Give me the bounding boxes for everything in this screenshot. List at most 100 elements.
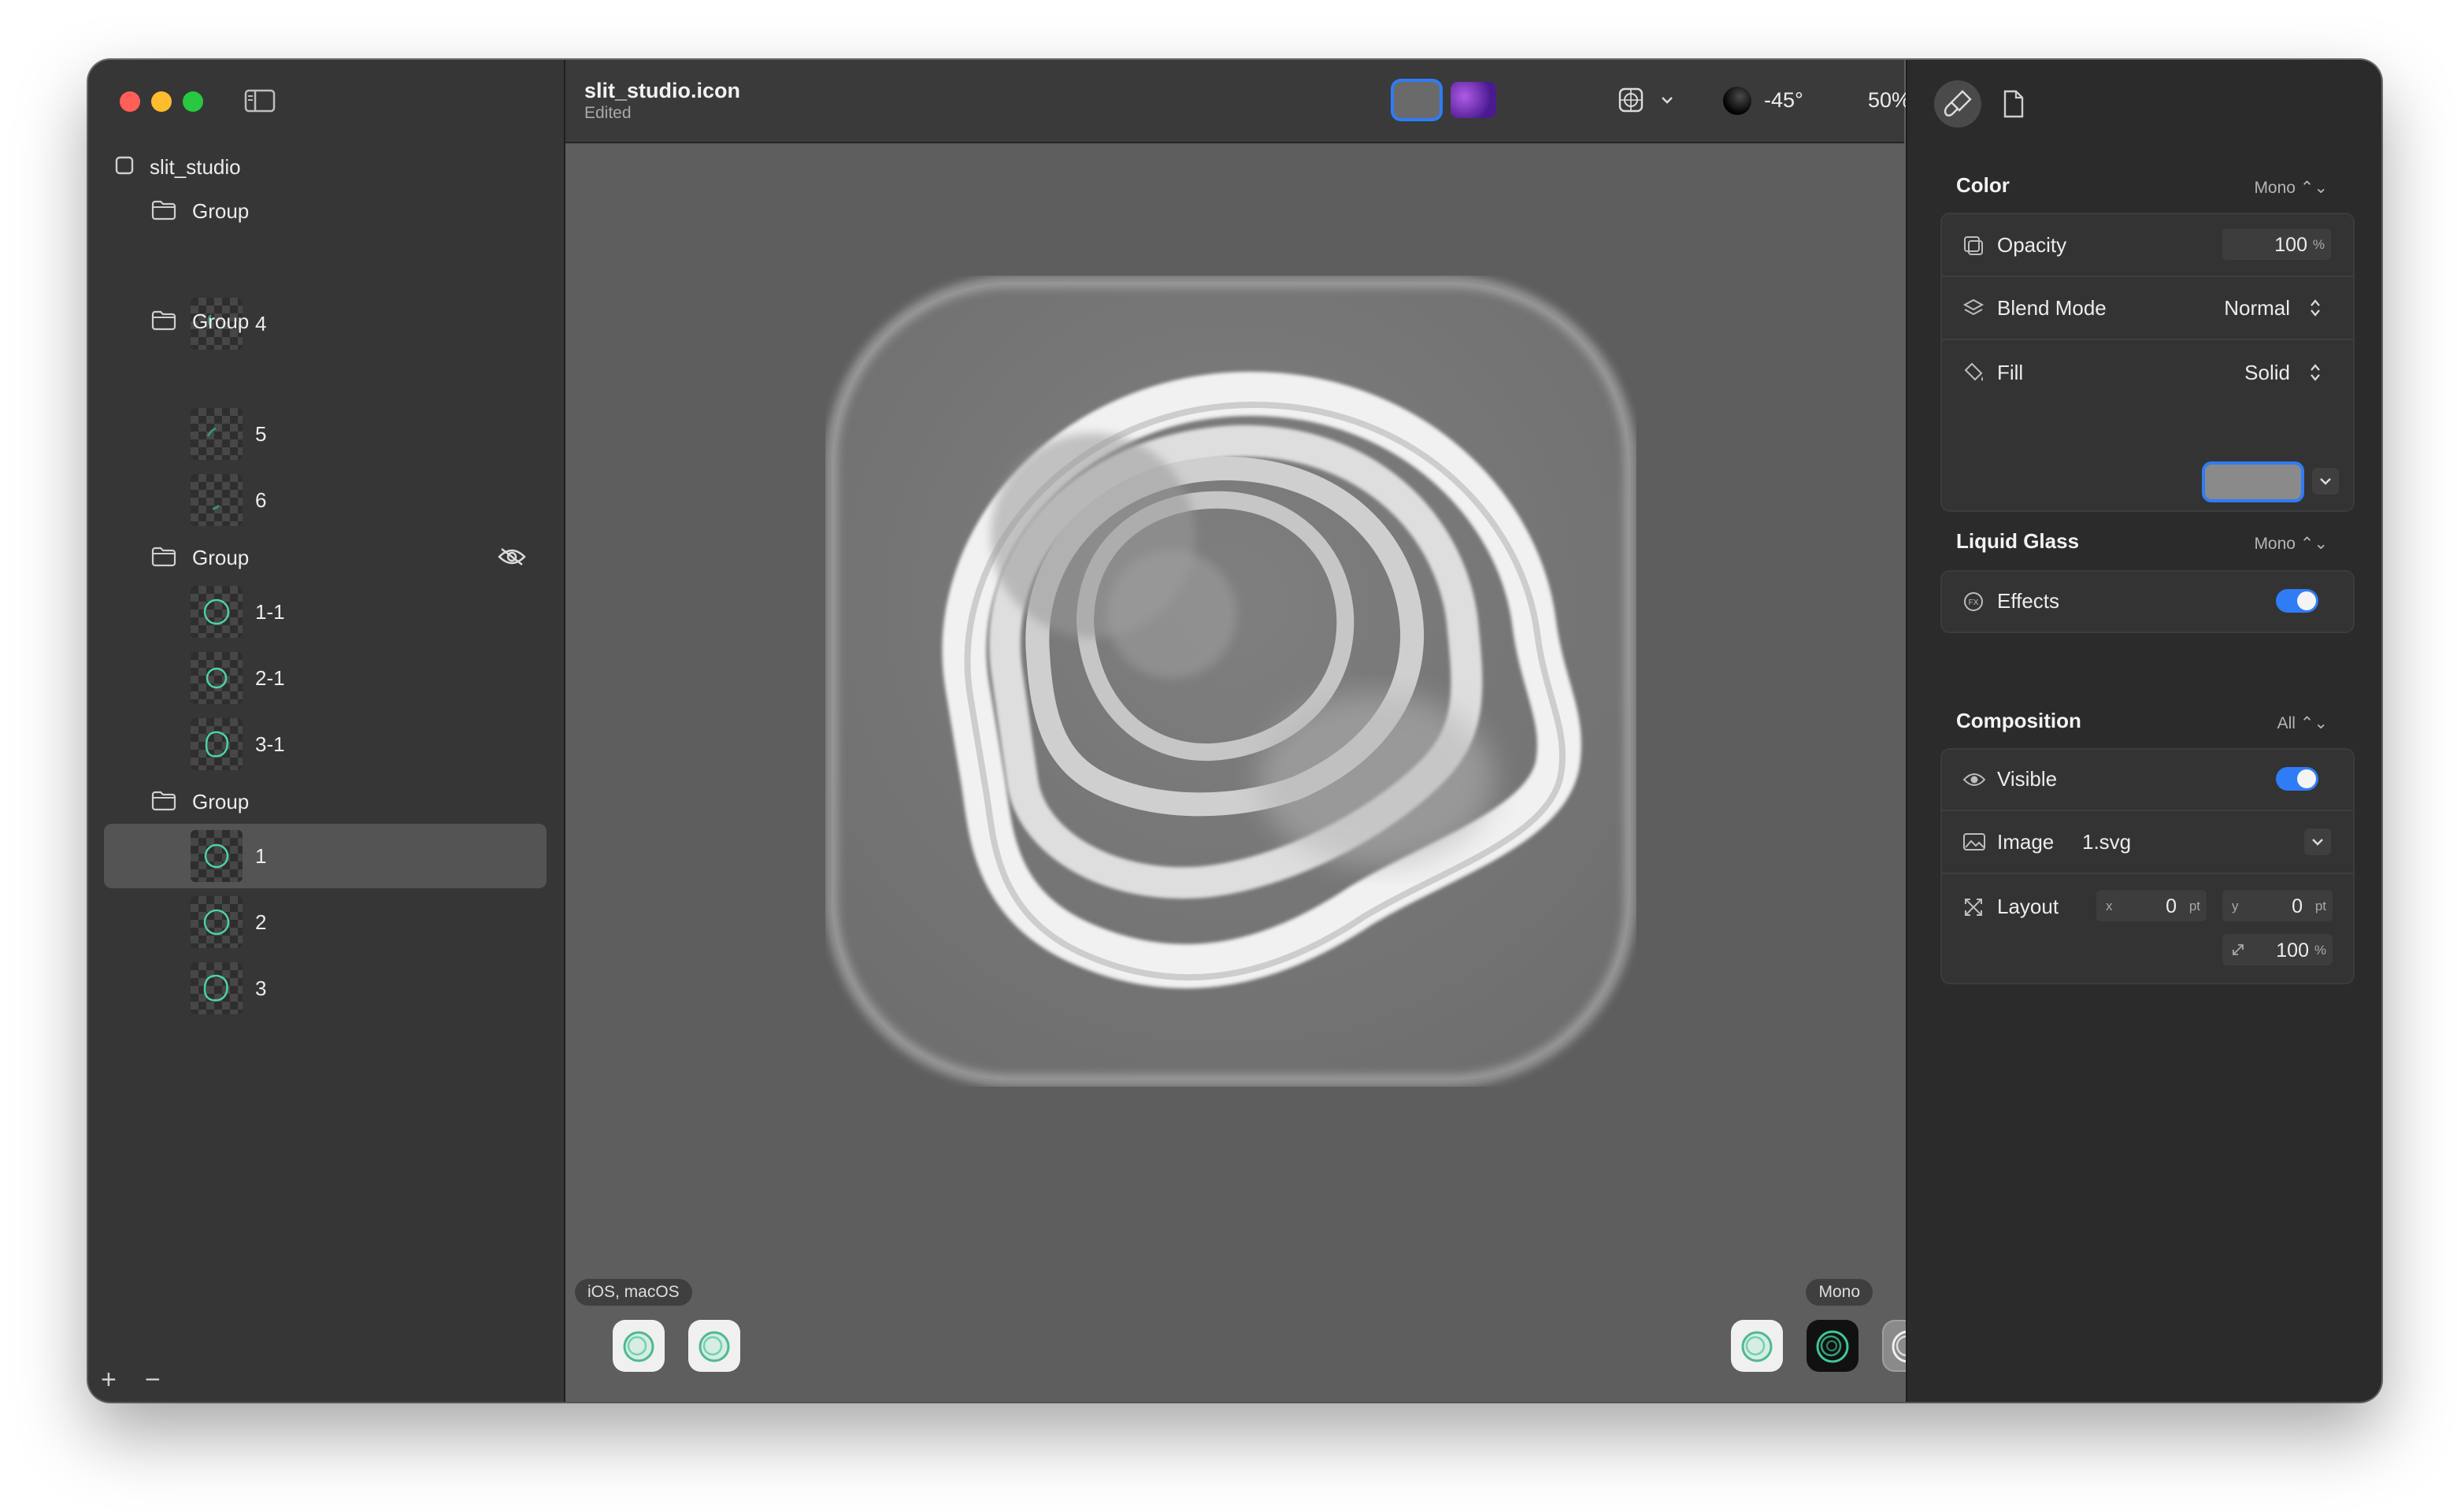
- group-label: Group: [192, 546, 250, 569]
- fill-label: Fill: [1997, 361, 2024, 384]
- preview-dark[interactable]: [1807, 1320, 1858, 1372]
- composition-mode-value: All: [2277, 714, 2296, 732]
- light-angle-icon[interactable]: [1723, 87, 1751, 115]
- inspector-tab-style[interactable]: [1934, 80, 1981, 128]
- canvas-grid-icon[interactable]: [1618, 87, 1644, 113]
- sidebar-toggle-icon[interactable]: [244, 88, 276, 113]
- liquid-glass-card: FX Effects: [1940, 570, 2355, 633]
- fill-color-well[interactable]: [2205, 465, 2301, 499]
- blend-mode-label: Blend Mode: [1997, 296, 2107, 320]
- minimize-window-button[interactable]: [151, 91, 172, 112]
- layer-thumbnail: [191, 830, 243, 882]
- preview-default-alt[interactable]: [688, 1320, 740, 1372]
- paintbrush-icon: [1944, 90, 1972, 117]
- layer-thumbnail: [191, 408, 243, 460]
- group-label: Group: [192, 309, 250, 333]
- inspector-tab-document[interactable]: [1989, 80, 2036, 128]
- toolbar: slit_studio.icon Edited -45° 50%: [565, 60, 1929, 143]
- app-icon-preview: [826, 276, 1636, 1086]
- group-row[interactable]: Group: [88, 539, 564, 573]
- layout-y-field[interactable]: y 0 pt: [2222, 890, 2333, 921]
- composition-title: Composition: [1956, 709, 2081, 732]
- group-row[interactable]: Group: [88, 783, 564, 817]
- layout-x-value: 0: [2166, 895, 2177, 917]
- effects-toggle[interactable]: [2276, 589, 2318, 613]
- layer-row-1[interactable]: 1: [104, 824, 547, 888]
- image-dropdown-button[interactable]: [2304, 828, 2331, 855]
- tree-root[interactable]: slit_studio: [88, 148, 564, 183]
- stepper-icon[interactable]: [2307, 296, 2323, 320]
- preview-default[interactable]: [613, 1320, 665, 1372]
- opacity-unit: %: [2312, 237, 2325, 252]
- layer-thumbnail: [191, 474, 243, 526]
- chevron-down-icon[interactable]: [1660, 94, 1674, 106]
- folder-icon: [151, 310, 176, 331]
- app-window: slit_studio Group 4 Group 5 6 Group 1-1 …: [88, 60, 2381, 1402]
- color-dropdown-button[interactable]: [2312, 468, 2339, 495]
- appearance-light-button[interactable]: [1394, 82, 1440, 118]
- layer-row-2-1[interactable]: 2-1: [104, 646, 547, 710]
- layer-thumbnail: [191, 896, 243, 948]
- group-row[interactable]: Group: [88, 192, 564, 227]
- remove-layer-button[interactable]: −: [145, 1365, 161, 1395]
- layout-label: Layout: [1997, 895, 2059, 918]
- scale-unit: %: [2314, 943, 2326, 958]
- stepper-icon[interactable]: [2307, 361, 2323, 384]
- group-row[interactable]: Group: [88, 302, 564, 337]
- layer-thumbnail: [191, 652, 243, 704]
- appearance-badge: Mono: [1806, 1279, 1873, 1306]
- layer-row-5[interactable]: 5: [104, 402, 547, 466]
- image-value[interactable]: 1.svg: [2082, 830, 2131, 854]
- appearance-tinted-button[interactable]: [1451, 82, 1496, 118]
- opacity-label: Opacity: [1997, 233, 2067, 257]
- layer-row-3[interactable]: 3: [104, 956, 547, 1021]
- image-label: Image: [1997, 830, 2055, 854]
- resize-arrows-icon: [1965, 899, 1982, 916]
- layer-row-6[interactable]: 6: [104, 468, 547, 532]
- fill-type-value[interactable]: Solid: [2244, 361, 2290, 385]
- visible-row: Visible: [1942, 750, 2353, 811]
- layer-row-2[interactable]: 2: [104, 890, 547, 954]
- x-axis-label: x: [2106, 899, 2113, 914]
- blend-mode-value[interactable]: Normal: [2224, 296, 2290, 321]
- zoom-window-button[interactable]: [183, 91, 203, 112]
- effects-row: FX Effects: [1942, 572, 2353, 632]
- layer-label: 2: [255, 910, 267, 934]
- scale-arrows-icon: [2233, 944, 2244, 955]
- canvas[interactable]: iOS, macOS Mono: [565, 143, 1934, 1402]
- opacity-field[interactable]: 100 %: [2222, 228, 2331, 260]
- chevron-down-icon: [2312, 839, 2323, 846]
- document-title: slit_studio.icon: [584, 79, 741, 102]
- square-icon: [115, 156, 134, 175]
- document-status: Edited: [584, 104, 632, 122]
- y-axis-label: y: [2232, 899, 2239, 914]
- layers-icon: [1962, 298, 1984, 316]
- folder-icon: [151, 200, 176, 220]
- chevron-down-icon: [2320, 478, 2331, 485]
- composition-mode-menu[interactable]: All ⌃⌄: [2277, 713, 2328, 733]
- liquid-glass-mode-value: Mono: [2254, 535, 2296, 553]
- layer-row-3-1[interactable]: 3-1: [104, 712, 547, 776]
- add-layer-button[interactable]: +: [101, 1365, 117, 1395]
- inspector-panel: Color Mono ⌃⌄ Opacity 100 % Blend Mode N…: [1906, 60, 2381, 1402]
- layout-x-field[interactable]: x 0 pt: [2096, 890, 2207, 921]
- close-window-button[interactable]: [120, 91, 140, 112]
- document-icon: [2003, 90, 2024, 118]
- layer-row-1-1[interactable]: 1-1: [104, 580, 547, 644]
- tree-root-label: slit_studio: [150, 155, 241, 179]
- layout-scale-field[interactable]: 100 %: [2222, 934, 2333, 965]
- blend-mode-row: Blend Mode Normal: [1942, 277, 2353, 340]
- color-section-title: Color: [1956, 173, 2010, 197]
- layer-thumbnail: [191, 962, 243, 1014]
- light-angle-value[interactable]: -45°: [1764, 88, 1803, 113]
- eye-slash-icon[interactable]: [498, 547, 526, 567]
- folder-icon: [151, 791, 176, 811]
- visible-toggle[interactable]: [2276, 767, 2318, 791]
- preview-light[interactable]: [1731, 1320, 1783, 1372]
- opacity-row: Opacity 100 %: [1942, 214, 2353, 277]
- zoom-level[interactable]: 50%: [1868, 88, 1910, 113]
- svg-text:FX: FX: [1969, 598, 1979, 607]
- liquid-glass-mode-menu[interactable]: Mono ⌃⌄: [2254, 534, 2328, 554]
- color-mode-menu[interactable]: Mono ⌃⌄: [2254, 178, 2328, 198]
- image-row: Image 1.svg: [1942, 811, 2353, 874]
